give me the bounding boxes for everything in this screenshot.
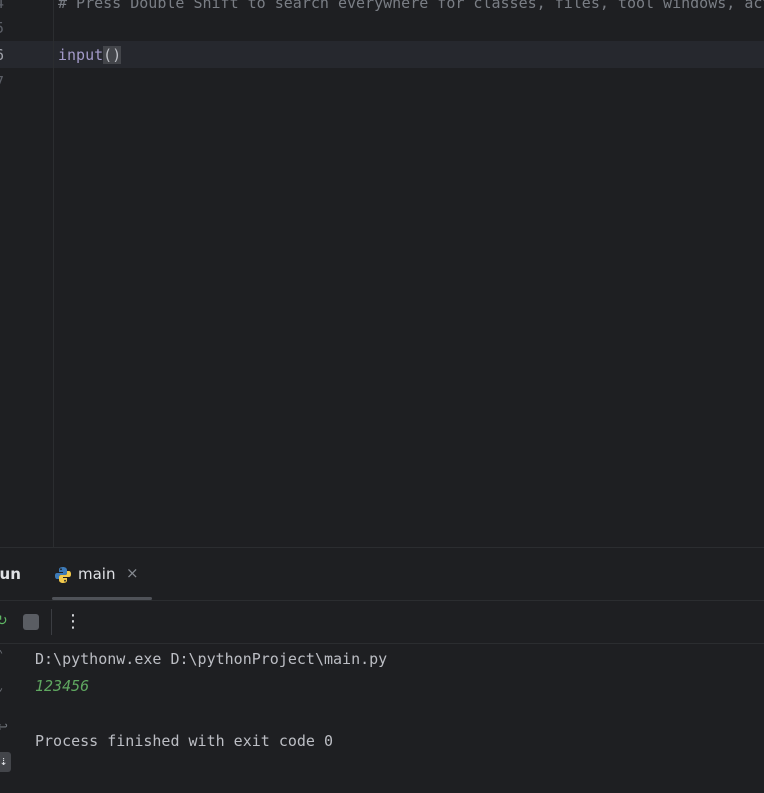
console-user-input: 123456	[35, 677, 90, 695]
chevron-up-icon[interactable]: ˄	[0, 650, 4, 665]
soft-wrap-icon[interactable]: ↩	[0, 720, 8, 735]
rerun-icon[interactable]: ↻	[0, 613, 8, 631]
stop-icon[interactable]	[23, 614, 39, 630]
line-number-gutter: 4 5 6 7	[0, 0, 54, 547]
run-panel-header: Run main ×	[0, 548, 764, 601]
line-number: 4	[0, 0, 9, 12]
chevron-down-icon[interactable]: ˅	[0, 688, 4, 703]
scroll-to-end-icon[interactable]: ⇣	[0, 752, 11, 772]
python-icon	[55, 567, 71, 583]
console-command-line: D:\pythonw.exe D:\pythonProject\main.py	[35, 650, 388, 668]
tab-main-label: main	[78, 565, 116, 583]
tab-main[interactable]: main ×	[52, 562, 152, 588]
active-tab-indicator	[52, 597, 152, 600]
console-side-rail: ˄ ˅ ↩ ⇣	[0, 644, 22, 793]
toolbar-divider	[51, 609, 52, 635]
close-icon[interactable]: ×	[126, 564, 139, 582]
code-line-input-call[interactable]: input()	[58, 46, 122, 64]
code-editor[interactable]: 4 5 6 7 # Press Double Shift to search e…	[0, 0, 764, 547]
run-tool-window: Run main × ↻ ⋮ ˄ ˅ ↩ ⇣ D:\pythonw.exe D:…	[0, 547, 764, 793]
function-name: input	[58, 46, 104, 64]
line-number: 7	[0, 73, 9, 91]
run-toolbar: ↻ ⋮	[0, 601, 764, 644]
matched-parens: ()	[103, 46, 122, 64]
more-options-icon[interactable]: ⋮	[64, 611, 82, 632]
line-number-current: 6	[0, 46, 9, 64]
code-line-comment[interactable]: # Press Double Shift to search everywher…	[58, 0, 764, 12]
console-exit-message: Process finished with exit code 0	[35, 732, 334, 750]
line-number: 5	[0, 19, 9, 37]
run-panel-title: Run	[0, 565, 21, 583]
